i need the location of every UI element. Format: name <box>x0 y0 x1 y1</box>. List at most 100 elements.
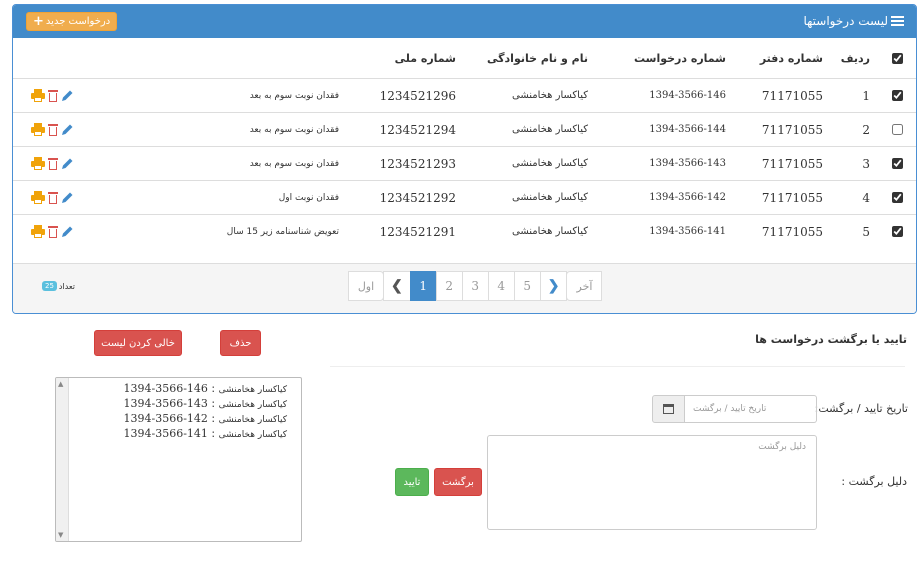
pencil-icon[interactable] <box>61 157 74 170</box>
list-item[interactable]: 1394-3566-141 : کیاکسار هخامنشی <box>124 427 288 442</box>
page-4[interactable]: 4 <box>487 271 515 301</box>
print-icon[interactable] <box>31 157 45 170</box>
panel-title-text: لیست درخواستها <box>803 14 888 28</box>
row-actions <box>31 79 91 112</box>
row-select[interactable] <box>890 79 904 112</box>
print-icon[interactable] <box>31 225 45 238</box>
row-checkbox[interactable] <box>891 158 903 169</box>
pencil-icon[interactable] <box>61 123 74 136</box>
list-item-name: کیاکسار هخامنشی <box>218 400 287 410</box>
list-item-request-no: 1394-3566-143 <box>123 397 208 410</box>
selected-requests-list[interactable]: ▲ ▼ 1394-3566-146 : کیاکسار هخامنشی 1394-… <box>55 377 302 542</box>
cell-national-id: 1234521292 <box>379 190 456 205</box>
reject-button[interactable]: برگشت <box>434 468 482 496</box>
date-input[interactable]: تاریخ تایید / برگشت <box>685 395 817 423</box>
print-icon[interactable] <box>31 89 45 102</box>
table-row: 2 71171055 1394-3566-144 کیاکسار هخامنشی 123… <box>13 112 916 146</box>
row-select[interactable] <box>890 147 904 180</box>
row-actions <box>31 147 91 180</box>
row-actions <box>31 181 91 214</box>
pencil-icon[interactable] <box>61 225 74 238</box>
cell-row-no: 4 <box>862 190 870 205</box>
cell-row-no: 5 <box>862 224 870 239</box>
print-icon[interactable] <box>31 191 45 204</box>
page-prev-arrow[interactable]: ❯ <box>539 271 568 301</box>
reason-textarea[interactable]: دلیل برگشت <box>487 435 817 530</box>
cell-office-no: 71171055 <box>761 190 823 205</box>
trash-icon[interactable] <box>48 191 58 204</box>
page-last[interactable]: آخر <box>566 271 603 301</box>
chevron-right-icon: ❯ <box>547 278 560 294</box>
table-header-row: ردیف شماره دفتر شماره درخواست نام و نام … <box>13 38 916 78</box>
cell-row-no: 3 <box>862 156 870 171</box>
list-item-separator: : <box>207 412 219 425</box>
table-row: 3 71171055 1394-3566-143 کیاکسار هخامنشی 123… <box>13 146 916 180</box>
trash-icon[interactable] <box>48 89 58 102</box>
print-icon[interactable] <box>31 123 45 136</box>
cell-description: فقدان نوبت سوم به بعد <box>249 124 339 135</box>
page-5[interactable]: 5 <box>513 271 541 301</box>
clear-list-button[interactable]: خالی کردن لیست <box>94 330 182 356</box>
scroll-down-icon[interactable]: ▼ <box>58 531 63 539</box>
page-2[interactable]: 2 <box>435 271 463 301</box>
trash-icon[interactable] <box>48 123 58 136</box>
list-item[interactable]: 1394-3566-143 : کیاکسار هخامنشی <box>124 397 288 412</box>
list-item-request-no: 1394-3566-141 <box>123 427 208 440</box>
calendar-icon <box>663 404 674 414</box>
select-all-checkbox[interactable] <box>891 52 903 64</box>
new-request-button[interactable]: + درخواست جدید <box>26 12 118 31</box>
cell-national-id: 1234521294 <box>379 122 456 137</box>
cell-national-id: 1234521296 <box>379 88 456 103</box>
header-national-id: شماره ملی <box>394 51 456 65</box>
count-badge: 25 <box>42 281 57 291</box>
chevron-left-icon: ❮ <box>391 278 403 294</box>
cell-national-id: 1234521293 <box>379 156 456 171</box>
record-count: تعداد 25 <box>42 281 75 291</box>
calendar-button[interactable] <box>652 395 685 423</box>
row-select[interactable] <box>890 181 904 214</box>
pencil-icon[interactable] <box>61 191 74 204</box>
cell-office-no: 71171055 <box>761 156 823 171</box>
header-full-name: نام و نام خانوادگی <box>487 51 588 65</box>
cell-row-no: 2 <box>862 122 870 137</box>
list-item-separator: : <box>207 382 219 395</box>
cell-full-name: کیاکسار هخامنشی <box>512 192 588 203</box>
header-office-no: شماره دفتر <box>759 51 823 65</box>
cell-national-id: 1234521291 <box>379 224 456 239</box>
approve-button[interactable]: تایید <box>395 468 429 496</box>
row-select[interactable] <box>890 215 904 248</box>
cell-request-no: 1394-3566-142 <box>649 192 726 203</box>
requests-panel: لیست درخواستها + درخواست جدید ردیف شماره… <box>12 4 917 314</box>
row-checkbox[interactable] <box>891 226 903 237</box>
row-select[interactable] <box>890 113 904 146</box>
trash-icon[interactable] <box>48 157 58 170</box>
row-checkbox[interactable] <box>891 124 903 135</box>
list-item[interactable]: 1394-3566-142 : کیاکسار هخامنشی <box>124 412 288 427</box>
list-scrollbar[interactable]: ▲ ▼ <box>56 378 69 541</box>
page-1[interactable]: 1 <box>409 271 437 301</box>
row-checkbox[interactable] <box>891 192 903 203</box>
list-item-name: کیاکسار هخامنشی <box>218 415 287 425</box>
panel-title: لیست درخواستها <box>803 14 904 28</box>
table-row: 4 71171055 1394-3566-142 کیاکسار هخامنشی 123… <box>13 180 916 214</box>
page-3[interactable]: 3 <box>461 271 489 301</box>
scroll-up-icon[interactable]: ▲ <box>58 380 63 388</box>
page-next-arrow[interactable]: ❮ <box>383 271 411 301</box>
cell-full-name: کیاکسار هخامنشی <box>512 158 588 169</box>
header-select-all[interactable] <box>890 38 904 78</box>
list-item[interactable]: 1394-3566-146 : کیاکسار هخامنشی <box>124 382 288 397</box>
cell-full-name: کیاکسار هخامنشی <box>512 226 588 237</box>
page-first[interactable]: اول <box>348 271 384 301</box>
table-row: 1 71171055 1394-3566-146 کیاکسار هخامنشی 123… <box>13 78 916 112</box>
list-item-separator: : <box>207 397 219 410</box>
cell-full-name: کیاکسار هخامنشی <box>512 90 588 101</box>
trash-icon[interactable] <box>48 225 58 238</box>
row-checkbox[interactable] <box>891 90 903 101</box>
plus-icon: + <box>33 14 44 29</box>
header-request-no: شماره درخواست <box>633 51 726 65</box>
header-row-no: ردیف <box>840 51 870 65</box>
delete-button[interactable]: حذف <box>220 330 261 356</box>
pagination: اول ❮ 1 2 3 4 5 ❯ آخر <box>348 271 603 301</box>
pencil-icon[interactable] <box>61 89 74 102</box>
approval-section-title: تایید یا برگشت درخواست ها <box>755 333 907 346</box>
